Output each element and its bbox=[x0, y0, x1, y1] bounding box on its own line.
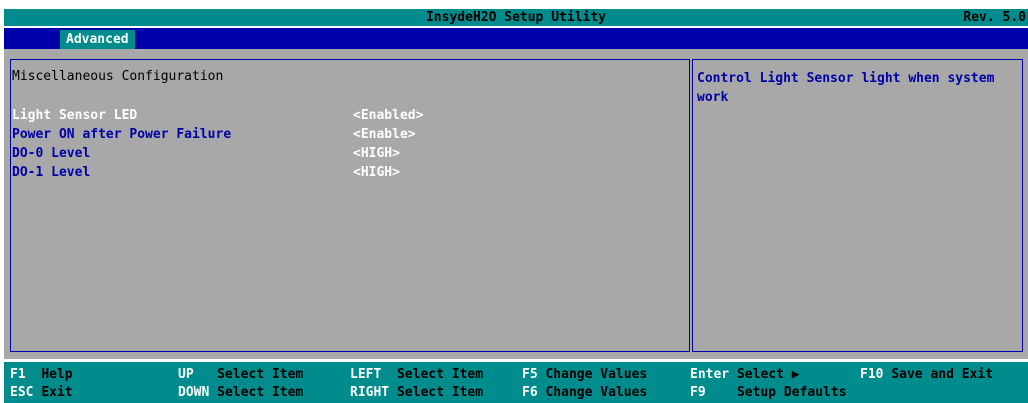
setting-value[interactable]: <HIGH> bbox=[353, 146, 400, 161]
key-name: DOWN bbox=[178, 385, 210, 400]
key-enter: Enter Select ▶ bbox=[690, 366, 800, 383]
key-name: F1 bbox=[10, 367, 26, 382]
key-f10: F10 Save and Exit bbox=[860, 366, 993, 383]
key-desc: Change Values bbox=[545, 367, 648, 382]
key-desc: Save and Exit bbox=[891, 367, 994, 382]
key-f5: F5 Change Values bbox=[522, 366, 647, 383]
key-name: Enter bbox=[690, 367, 730, 382]
key-desc: Select Item bbox=[217, 385, 304, 400]
key-name: F10 bbox=[860, 367, 884, 382]
setting-label: Power ON after Power Failure bbox=[12, 127, 232, 142]
key-name: ESC bbox=[10, 385, 34, 400]
bios-screen: InsydeH2O Setup Utility Rev. 5.0 Advance… bbox=[4, 0, 1028, 403]
title-bar: InsydeH2O Setup Utility Rev. 5.0 bbox=[4, 8, 1028, 27]
setting-label: DO-0 Level bbox=[12, 146, 91, 161]
help-text: Control Light Sensor light when system w… bbox=[697, 71, 995, 105]
app-title: InsydeH2O Setup Utility bbox=[425, 10, 606, 25]
key-name: F9 bbox=[690, 385, 706, 400]
key-desc: Select ▶ bbox=[736, 367, 800, 382]
settings-panel: Miscellaneous Configuration Light Sensor… bbox=[10, 59, 690, 352]
key-f9: F9 Setup Defaults bbox=[690, 384, 847, 401]
setting-label: DO-1 Level bbox=[12, 165, 91, 180]
key-name: F5 bbox=[522, 367, 538, 382]
key-down: DOWN Select Item bbox=[178, 384, 303, 401]
key-left: LEFT Select Item bbox=[350, 366, 483, 383]
tab-advanced[interactable]: Advanced bbox=[60, 30, 135, 49]
key-legend: F1 Help ESC Exit UP Select Item DOWN Sel… bbox=[4, 362, 1028, 403]
setting-label: Light Sensor LED bbox=[12, 108, 138, 123]
section-title: Miscellaneous Configuration bbox=[12, 69, 224, 84]
key-desc: Select Item bbox=[217, 367, 304, 382]
setting-value[interactable]: <Enabled> bbox=[353, 108, 423, 123]
key-name: RIGHT bbox=[350, 385, 390, 400]
key-desc: Select Item bbox=[396, 367, 484, 382]
setting-light-sensor-led[interactable]: Light Sensor LED <Enabled> bbox=[12, 108, 672, 125]
help-panel: Control Light Sensor light when system w… bbox=[692, 59, 1023, 352]
key-desc: Help bbox=[41, 367, 73, 382]
setting-do-0-level[interactable]: DO-0 Level <HIGH> bbox=[12, 146, 672, 163]
key-right: RIGHT Select Item bbox=[350, 384, 483, 401]
key-desc: Change Values bbox=[545, 385, 648, 400]
setting-do-1-level[interactable]: DO-1 Level <HIGH> bbox=[12, 165, 672, 182]
key-desc: Exit bbox=[41, 385, 73, 400]
key-name: F6 bbox=[522, 385, 538, 400]
key-desc: Setup Defaults bbox=[736, 385, 847, 400]
key-name: LEFT bbox=[350, 367, 382, 382]
main-area: Miscellaneous Configuration Light Sensor… bbox=[4, 49, 1028, 359]
key-desc: Select Item bbox=[396, 385, 484, 400]
setting-power-on-after-power-failure[interactable]: Power ON after Power Failure <Enable> bbox=[12, 127, 672, 144]
setting-value[interactable]: <Enable> bbox=[353, 127, 416, 142]
revision-label: Rev. 5.0 bbox=[963, 10, 1026, 25]
setting-value[interactable]: <HIGH> bbox=[353, 165, 400, 180]
key-up: UP Select Item bbox=[178, 366, 303, 383]
key-name: UP bbox=[178, 367, 194, 382]
key-exit: ESC Exit bbox=[10, 384, 73, 401]
tab-bar: Advanced bbox=[4, 28, 1028, 49]
key-f6: F6 Change Values bbox=[522, 384, 647, 401]
key-help: F1 Help bbox=[10, 366, 73, 383]
